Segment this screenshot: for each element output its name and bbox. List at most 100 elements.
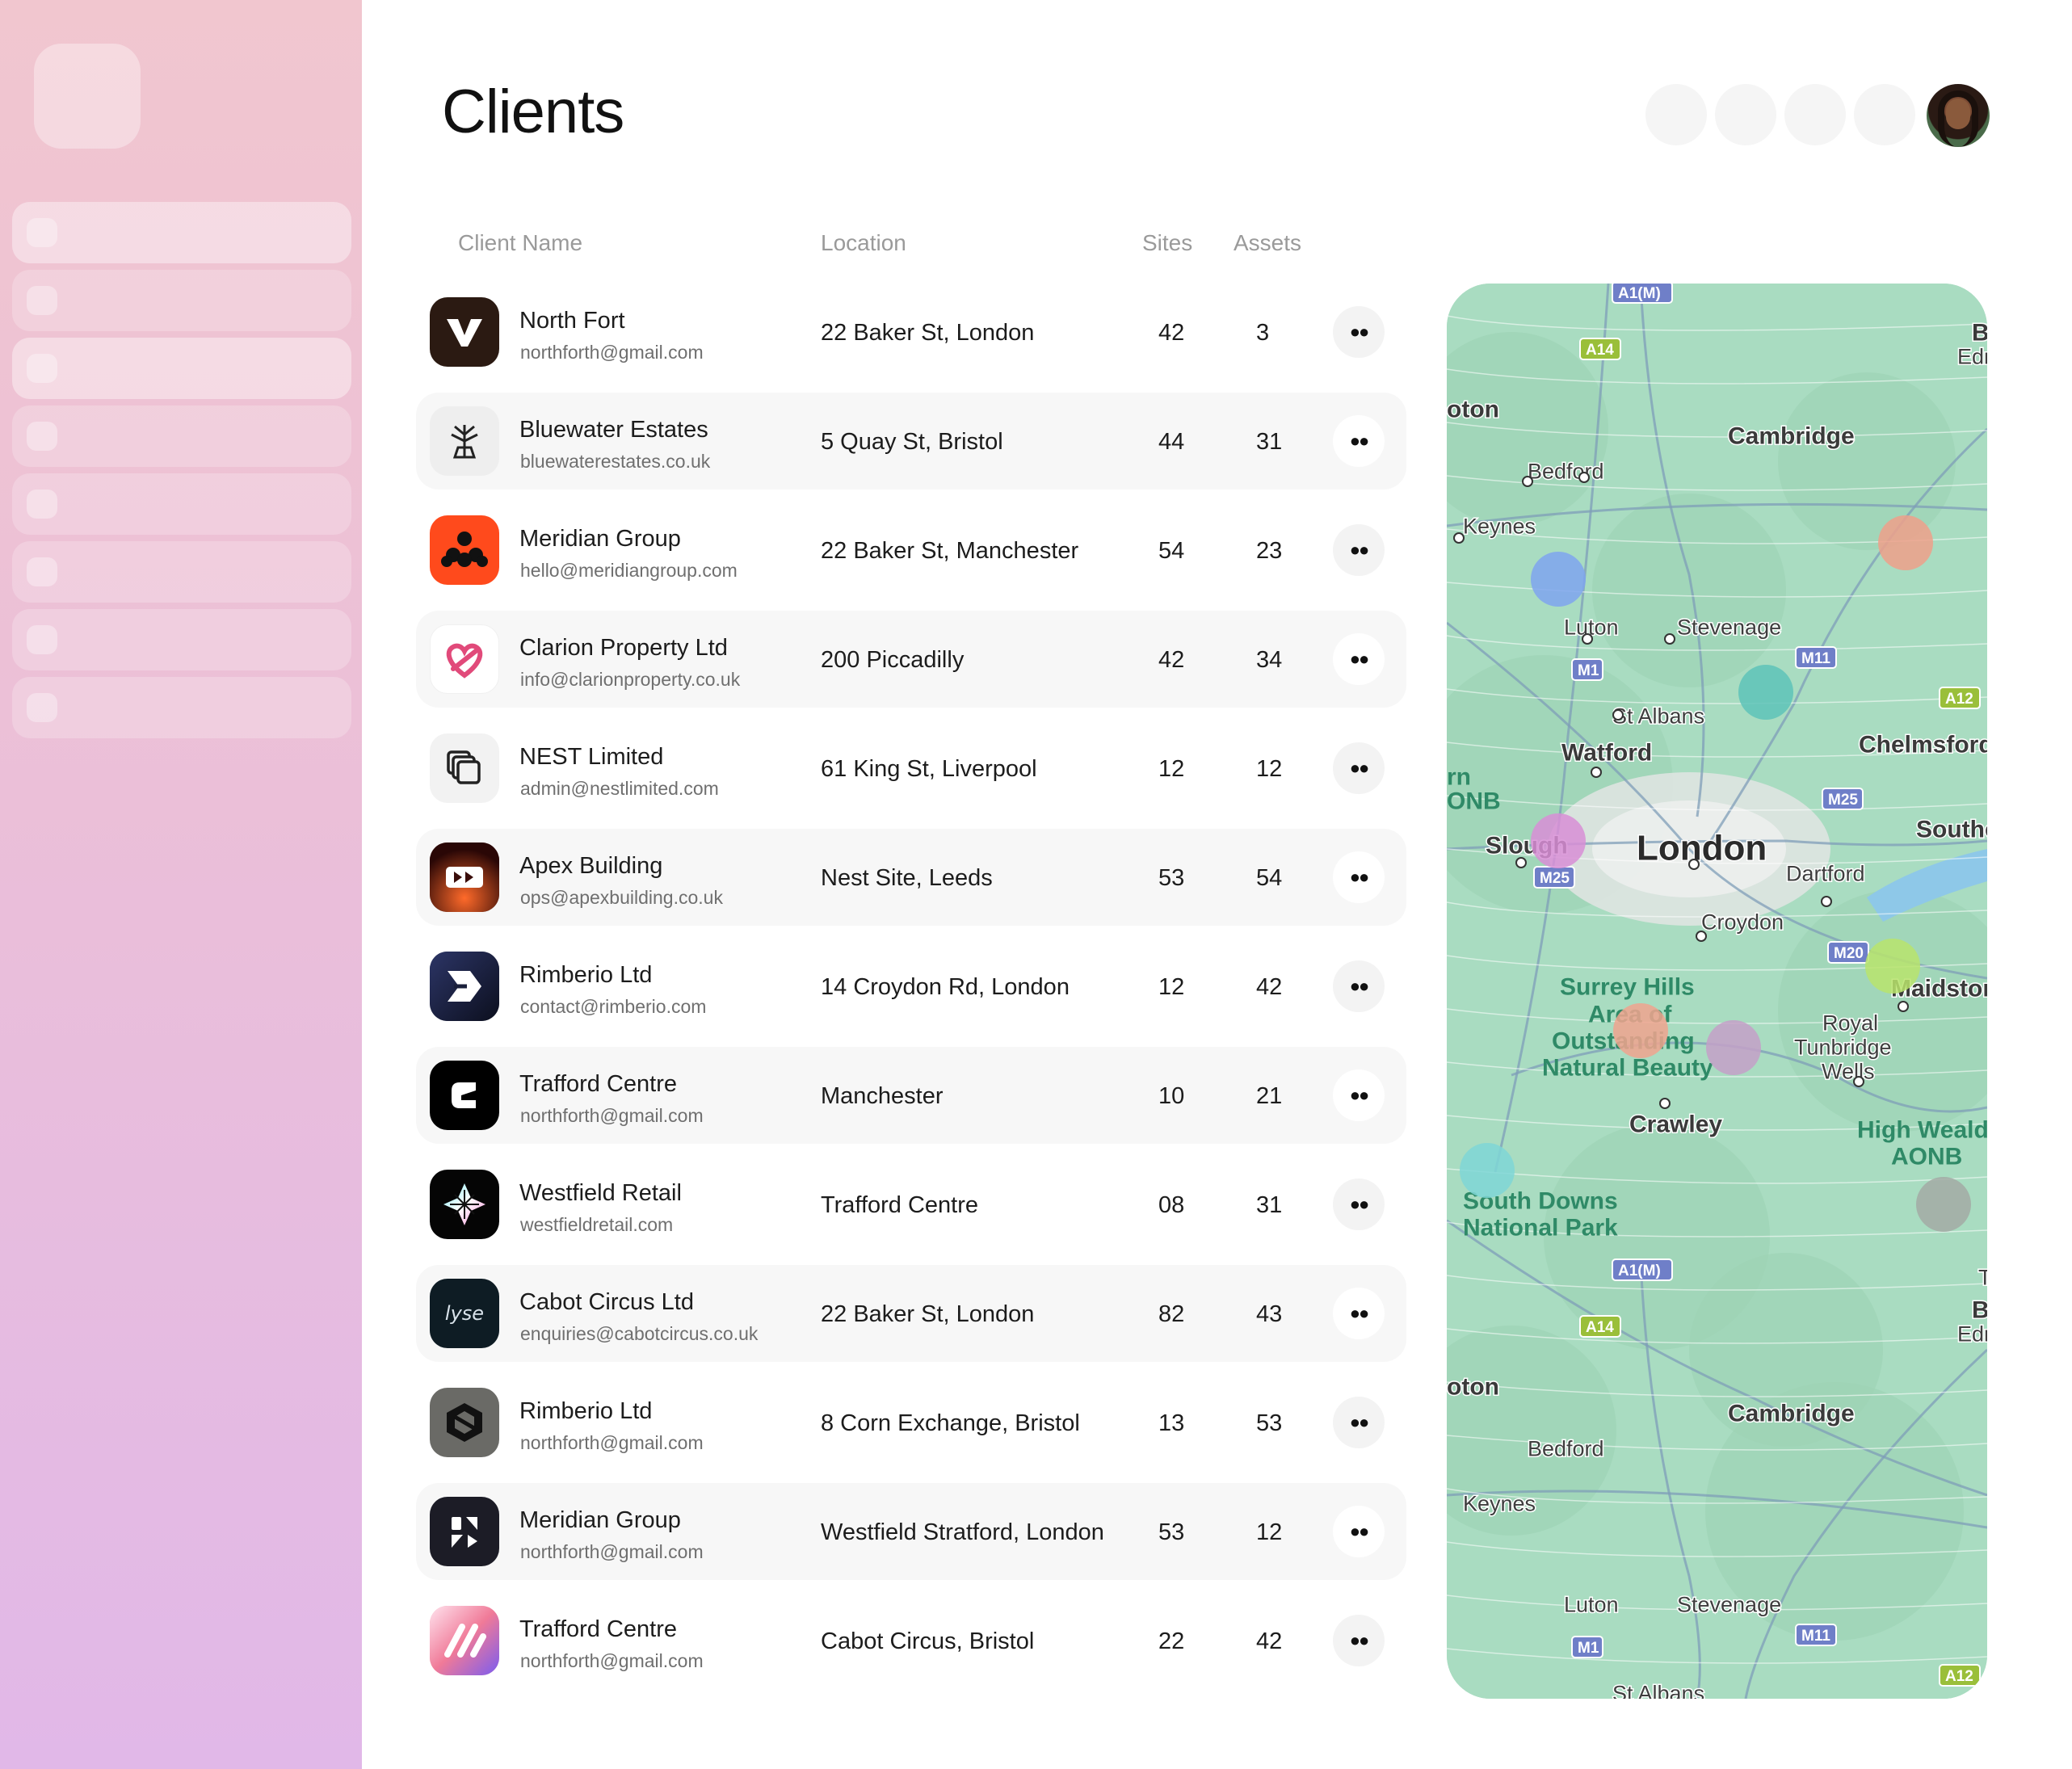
marker-salmon <box>1613 1003 1668 1058</box>
client-sites: 12 <box>1158 756 1185 782</box>
column-header-sites[interactable]: Sites <box>1142 230 1192 256</box>
map-place-dot <box>1582 633 1593 645</box>
client-assets: 54 <box>1256 865 1283 891</box>
header-button-2[interactable] <box>1715 84 1776 145</box>
user-avatar[interactable] <box>1927 84 1990 147</box>
row-more-button[interactable]: ●● <box>1333 742 1385 794</box>
client-sites: 82 <box>1158 1301 1185 1327</box>
marker-teal <box>1738 665 1793 720</box>
column-header-location[interactable]: Location <box>821 230 906 256</box>
client-sites: 22 <box>1158 1628 1185 1654</box>
table-row[interactable]: lyse Cabot Circus Ltd enquiries@cabotcircu… <box>416 1265 1406 1362</box>
client-email: northforth@gmail.com <box>520 1541 704 1562</box>
table-row[interactable]: Bluewater Estates bluewaterestates.co.uk 5… <box>416 393 1406 490</box>
row-more-button[interactable]: ●● <box>1333 851 1385 903</box>
map-place-label: National Park <box>1463 1215 1618 1242</box>
sidebar-item-6[interactable] <box>12 541 351 603</box>
map-place-dot <box>1696 931 1707 942</box>
table-row[interactable]: Clarion Property Ltd info@clarionproperty… <box>416 611 1406 708</box>
table-row[interactable]: Trafford Centre northforth@gmail.com Manch… <box>416 1047 1406 1144</box>
client-location: Westfield Stratford, London <box>821 1519 1104 1545</box>
map-road-label: A1(M) <box>1618 285 1661 302</box>
avatar-face <box>1946 99 1970 129</box>
sidebar-item-3[interactable] <box>12 338 351 399</box>
map-place-label: St Albans <box>1612 704 1704 728</box>
sidebar-item-7[interactable] <box>12 609 351 670</box>
table-row[interactable]: Trafford Centre northforth@gmail.com Cabot… <box>416 1592 1406 1689</box>
map-road-label: M25 <box>1828 792 1858 809</box>
header-button-4[interactable] <box>1854 84 1915 145</box>
map-place-label: ONB <box>1447 788 1501 815</box>
row-more-button[interactable]: ●● <box>1333 1615 1385 1666</box>
sidebar-item-4[interactable] <box>12 405 351 467</box>
client-location: 22 Baker St, London <box>821 1301 1035 1327</box>
client-email: westfieldretail.com <box>520 1214 674 1235</box>
sidebar-item-8[interactable] <box>12 677 351 738</box>
client-assets: 12 <box>1256 1519 1283 1545</box>
row-more-button[interactable]: ●● <box>1333 415 1385 467</box>
row-more-button[interactable]: ●● <box>1333 1069 1385 1121</box>
marker-mauve <box>1706 1020 1761 1075</box>
header-actions <box>1645 84 1915 145</box>
map-place-label: Stevenage <box>1677 1592 1781 1616</box>
map-road-label: A12 <box>1945 1668 1973 1685</box>
map-road-label: A14 <box>1586 342 1614 359</box>
c-shape-icon <box>430 1061 499 1130</box>
map-place-label: Cambridge <box>1728 423 1855 450</box>
table-row[interactable]: NEST Limited admin@nestlimited.com 61 King… <box>416 720 1406 817</box>
map-canvas[interactable]: A1(M) A14 Cambridge Bedford Keynes Luton Steve… <box>1447 284 1987 1699</box>
sidebar-item-2[interactable] <box>12 270 351 331</box>
client-assets: 23 <box>1256 538 1283 564</box>
client-email: admin@nestlimited.com <box>520 778 719 799</box>
table-row[interactable]: Meridian Group hello@meridiangroup.com 22 … <box>416 502 1406 599</box>
row-more-button[interactable]: ●● <box>1333 960 1385 1012</box>
marker-blue <box>1531 552 1586 607</box>
header-button-1[interactable] <box>1645 84 1707 145</box>
client-location: Nest Site, Leeds <box>821 865 993 891</box>
row-more-button[interactable]: ●● <box>1333 524 1385 576</box>
arrow-mark-icon <box>430 952 499 1021</box>
table-row[interactable]: Rimberio Ltd northforth@gmail.com 8 Corn E… <box>416 1374 1406 1471</box>
row-more-button[interactable]: ●● <box>1333 306 1385 358</box>
sidebar-logo[interactable] <box>34 44 141 149</box>
map-place-dot <box>1522 476 1533 487</box>
client-email: bluewaterestates.co.uk <box>520 451 711 472</box>
client-email: northforth@gmail.com <box>520 1105 704 1126</box>
more-dots-icon: ●● <box>1349 1412 1370 1432</box>
table-row[interactable]: Meridian Group northforth@gmail.com Westfi… <box>416 1483 1406 1580</box>
column-header-assets[interactable]: Assets <box>1234 230 1301 256</box>
client-assets: 3 <box>1256 320 1270 346</box>
client-email: northforth@gmail.com <box>520 1650 704 1671</box>
map-place-label: Keynes <box>1463 1491 1536 1515</box>
sidebar-item-icon <box>27 422 57 451</box>
more-dots-icon: ●● <box>1349 649 1370 669</box>
row-more-button[interactable]: ●● <box>1333 1288 1385 1339</box>
client-location: 61 King St, Liverpool <box>821 756 1037 782</box>
tree-icon <box>430 406 499 476</box>
client-location: Manchester <box>821 1083 944 1109</box>
sidebar-item-icon <box>27 286 57 315</box>
header-button-3[interactable] <box>1784 84 1846 145</box>
clients-map[interactable]: A1(M) A14 Cambridge Bedford Keynes Luton Steve… <box>1447 284 1987 1699</box>
heart-knot-icon <box>430 624 499 694</box>
sidebar-item-5[interactable] <box>12 473 351 535</box>
map-place-dot <box>1515 857 1527 868</box>
table-row[interactable]: Apex Building ops@apexbuilding.co.uk Nest … <box>416 829 1406 926</box>
row-more-button[interactable]: ●● <box>1333 1179 1385 1230</box>
column-header-client-name[interactable]: Client Name <box>458 230 582 256</box>
client-location: Trafford Centre <box>821 1192 979 1218</box>
map-place-dot <box>1853 1076 1864 1087</box>
map-place-label: Bedford <box>1528 1436 1604 1460</box>
map-terrain-patch <box>1592 494 1786 687</box>
row-more-button[interactable]: ●● <box>1333 633 1385 685</box>
row-more-button[interactable]: ●● <box>1333 1397 1385 1448</box>
row-more-button[interactable]: ●● <box>1333 1506 1385 1557</box>
map-road-label: A14 <box>1586 1319 1614 1336</box>
client-name: Cabot Circus Ltd <box>519 1289 694 1315</box>
table-row[interactable]: Rimberio Ltd contact@rimberio.com 14 Croyd… <box>416 938 1406 1035</box>
table-row[interactable]: North Fort northforth@gmail.com 22 Baker S… <box>416 284 1406 380</box>
star-burst-icon <box>430 1170 499 1239</box>
sidebar-item-1[interactable] <box>12 202 351 263</box>
client-email: enquiries@cabotcircus.co.uk <box>520 1323 759 1344</box>
table-row[interactable]: Westfield Retail westfieldretail.com Traff… <box>416 1156 1406 1253</box>
